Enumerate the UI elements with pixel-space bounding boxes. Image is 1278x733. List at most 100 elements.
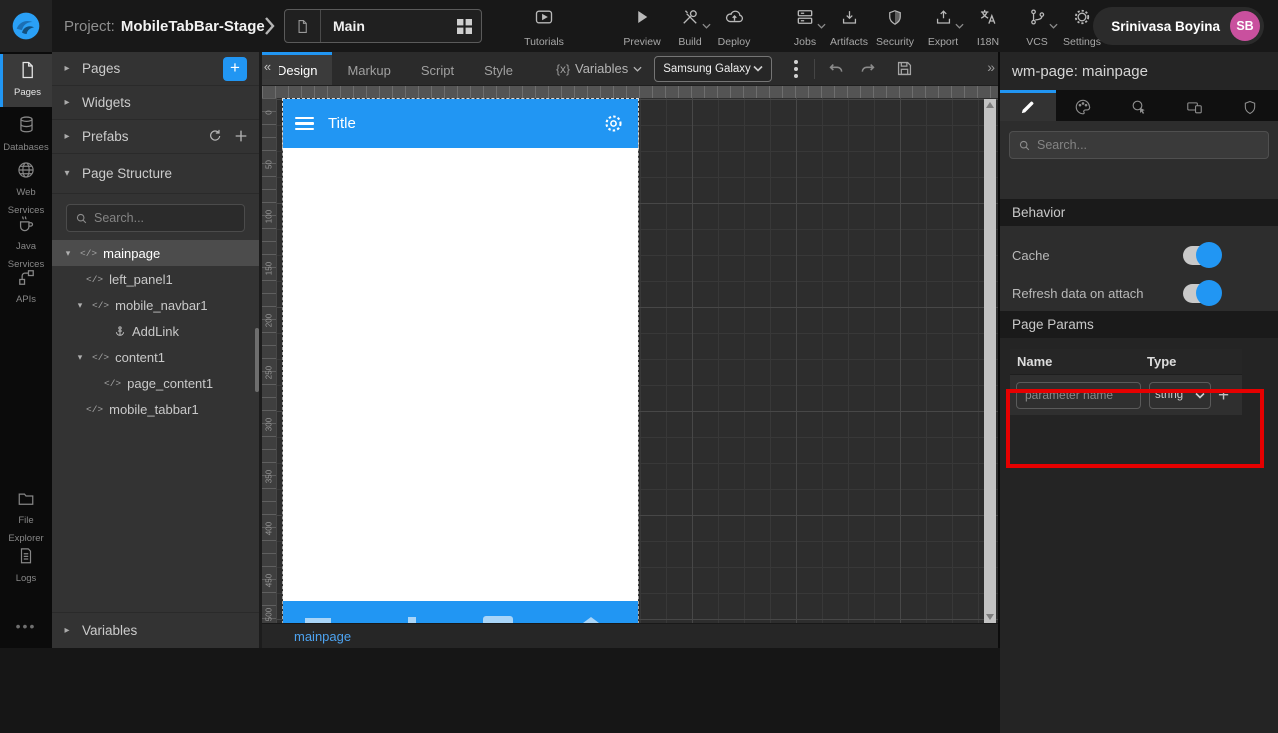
devices-icon (1185, 99, 1204, 116)
tabbar-rect-icon (483, 616, 513, 623)
param-type-select[interactable]: string (1149, 381, 1211, 409)
caret-down-icon: ▾ (64, 168, 70, 179)
section-header-page-structure[interactable]: ▾ Page Structure (52, 154, 259, 194)
artifacts-button[interactable]: Artifacts (823, 6, 875, 48)
open-page-tab[interactable]: mainpage (294, 629, 351, 644)
section-header-behavior[interactable]: Behavior (1000, 199, 1278, 226)
variables-button[interactable]: {x} Variables (556, 52, 642, 85)
editor-bottom-bar: mainpage (262, 623, 998, 648)
tree-item-mobile-navbar1[interactable]: ▾ </> mobile_navbar1 (52, 292, 259, 318)
search-input[interactable] (94, 211, 236, 225)
page-structure-search[interactable] (66, 204, 245, 232)
project-name: MobileTabBar-Stage (120, 17, 265, 35)
refresh-icon[interactable] (207, 128, 223, 144)
tree-scrollbar[interactable] (255, 328, 259, 392)
app-logo[interactable] (0, 0, 52, 52)
preview-button[interactable]: Preview (616, 6, 668, 48)
sidebar-item-databases[interactable]: Databases (0, 114, 52, 155)
top-bar: Project: MobileTabBar-Stage Main Tutoria… (0, 0, 1278, 52)
section-header-pages[interactable]: ▸ Pages + (52, 52, 259, 86)
tree-item-mainpage[interactable]: ▾ </> mainpage (52, 240, 259, 266)
tab-styles[interactable] (1056, 90, 1112, 121)
tree-item-addlink[interactable]: AddLink (52, 318, 259, 344)
tab-script[interactable]: Script (406, 52, 469, 85)
cloud-upload-icon (724, 6, 745, 28)
navbar-gear-icon[interactable] (603, 113, 624, 134)
phone-preview: Title (282, 98, 639, 624)
cache-toggle[interactable] (1183, 242, 1222, 268)
section-header-page-params[interactable]: Page Params (1000, 311, 1278, 338)
breadcrumb-chevron-icon (262, 15, 276, 37)
section-header-widgets[interactable]: ▸ Widgets (52, 86, 259, 120)
mobile-tabbar-widget[interactable] (283, 601, 638, 623)
section-header-prefabs[interactable]: ▸ Prefabs (52, 120, 259, 154)
chevron-down-icon (753, 65, 763, 72)
column-header-name: Name (1017, 354, 1053, 369)
deploy-button[interactable]: Deploy (708, 6, 760, 48)
sidebar-item-logs[interactable]: Logs (0, 546, 52, 586)
scroll-down-icon[interactable] (986, 614, 994, 620)
save-button[interactable] (895, 59, 914, 78)
project-label: Project: (64, 17, 115, 35)
scroll-up-icon[interactable] (986, 102, 994, 108)
code-icon: </> (80, 247, 98, 259)
add-prefab-icon[interactable] (233, 128, 249, 144)
hamburger-menu-icon[interactable] (295, 116, 314, 131)
caret-right-icon: ▸ (64, 63, 70, 74)
tree-item-page-content1[interactable]: </> page_content1 (52, 370, 259, 396)
sidebar-item-pages[interactable]: Pages (0, 54, 52, 107)
tree-item-left-panel1[interactable]: </> left_panel1 (52, 266, 259, 292)
sidebar-item-apis[interactable]: APIs (0, 268, 52, 307)
properties-search[interactable] (1009, 131, 1269, 159)
user-menu[interactable]: Srinivasa Boyina SB (1093, 7, 1264, 45)
add-page-button[interactable]: + (223, 57, 247, 81)
caret-down-icon[interactable]: ▾ (74, 300, 86, 311)
editor-toolbar: « Design Markup Script Style {x} Variabl… (256, 52, 998, 86)
param-name-input[interactable] (1016, 381, 1141, 409)
redo-button[interactable] (858, 59, 877, 78)
property-row-cache: Cache (1012, 236, 1264, 274)
server-icon (795, 6, 826, 29)
sidebar-item-web-services[interactable]: Web Services (0, 160, 52, 218)
code-icon: </> (104, 377, 122, 389)
page-selector[interactable]: Main (284, 9, 482, 43)
security-button[interactable]: Security (869, 6, 921, 48)
search-icon (1019, 140, 1030, 150)
caret-down-icon[interactable]: ▾ (62, 248, 74, 259)
more-options-button[interactable]: ••• (0, 618, 52, 634)
tab-style[interactable]: Style (469, 52, 528, 85)
tab-security[interactable] (1222, 90, 1278, 121)
nodes-icon (0, 268, 52, 287)
caret-down-icon[interactable]: ▾ (74, 352, 86, 363)
tab-devices[interactable] (1167, 90, 1223, 121)
sidebar-item-java-services[interactable]: Java Services (0, 214, 52, 272)
expand-right-panel-button[interactable]: » (987, 59, 995, 75)
mobile-navbar-widget[interactable]: Title (282, 98, 639, 149)
add-param-button[interactable]: + (1218, 386, 1229, 405)
undo-button[interactable] (827, 59, 846, 78)
translate-icon (978, 6, 998, 28)
tutorials-button[interactable]: Tutorials (518, 6, 570, 48)
code-icon: </> (86, 273, 104, 285)
project-breadcrumb: Project: MobileTabBar-Stage (64, 0, 265, 52)
grid-view-icon[interactable] (447, 18, 481, 34)
play-icon (633, 6, 651, 28)
section-header-variables[interactable]: ▸ Variables (52, 612, 259, 648)
device-selector[interactable]: Samsung Galaxy Note III (654, 55, 773, 82)
navbar-title: Title (328, 115, 356, 132)
sidebar-item-file-explorer[interactable]: File Explorer (0, 490, 52, 546)
search-input[interactable] (1037, 138, 1260, 152)
tree-item-content1[interactable]: ▾ </> content1 (52, 344, 259, 370)
tree-item-mobile-tabbar1[interactable]: </> mobile_tabbar1 (52, 396, 259, 422)
upload-icon (934, 6, 964, 29)
more-menu-button[interactable] (788, 56, 804, 82)
caret-right-icon: ▸ (64, 131, 70, 142)
tab-events[interactable] (1111, 90, 1167, 121)
tab-properties[interactable] (1000, 90, 1056, 121)
refresh-data-toggle[interactable] (1183, 280, 1222, 306)
i18n-button[interactable]: I18N (962, 6, 1014, 48)
tab-markup[interactable]: Markup (332, 52, 405, 85)
search-icon (76, 213, 87, 223)
editor-area: « Design Markup Script Style {x} Variabl… (256, 52, 998, 648)
canvas-scrollbar[interactable] (984, 99, 996, 623)
